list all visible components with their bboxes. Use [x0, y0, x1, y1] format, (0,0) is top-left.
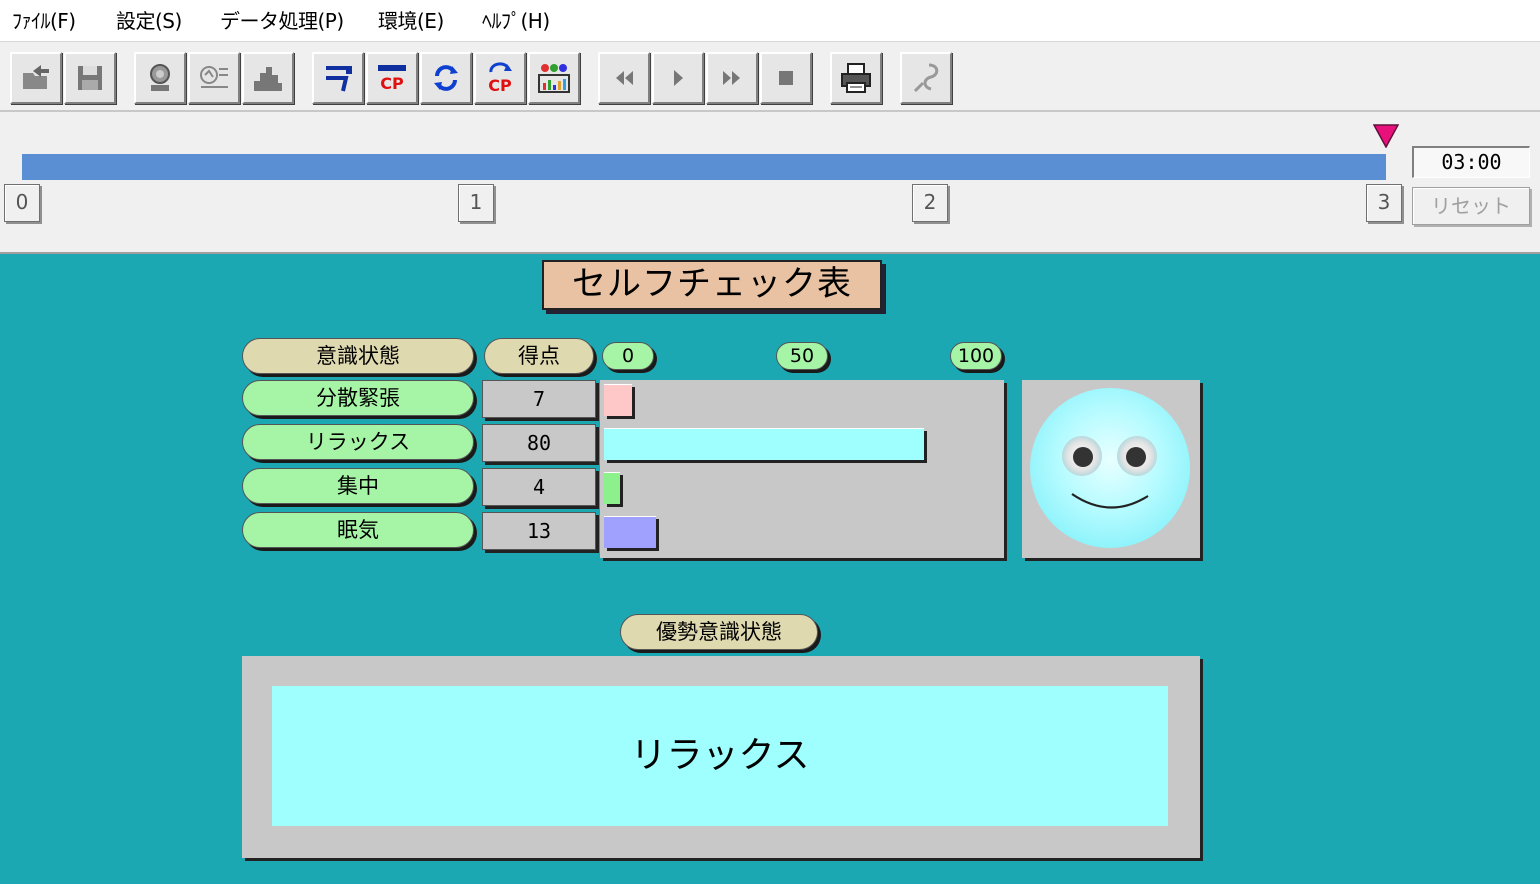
analysis-icon: [538, 64, 570, 93]
menu-bar: ﾌｧｲﾙ(F) 設定(S) データ処理(P) 環境(E) ﾍﾙﾌﾟ(H): [0, 0, 1540, 42]
probe-icon: [913, 63, 939, 93]
state-label-relax: リラックス: [242, 424, 474, 460]
print-button[interactable]: [830, 52, 882, 104]
play-icon: [674, 70, 683, 86]
probe-button[interactable]: [900, 52, 952, 104]
signal-icon: [200, 66, 228, 88]
reset-button[interactable]: リセット: [1412, 187, 1530, 225]
bar-sleepy: [604, 516, 656, 548]
stop-button[interactable]: [760, 52, 812, 104]
save-button[interactable]: [64, 52, 116, 104]
electrode-icon: [150, 64, 170, 91]
progress-fill: [22, 154, 1386, 180]
menu-settings[interactable]: 設定(S): [116, 8, 182, 34]
bar-focus: [604, 472, 620, 504]
display-button[interactable]: [312, 52, 364, 104]
histogram-button[interactable]: [242, 52, 294, 104]
rewind-icon: [616, 71, 633, 85]
tick-0[interactable]: 0: [4, 184, 40, 222]
toolbar: CP CP: [0, 42, 1540, 112]
state-label-distracted: 分散緊張: [242, 380, 474, 416]
rewind-button[interactable]: [598, 52, 650, 104]
self-check-panel: セルフチェック表 意識状態 得点 0 50 100 分散緊張 7 リラックス 8…: [0, 254, 1540, 884]
tick-1[interactable]: 1: [458, 184, 494, 222]
position-marker-icon[interactable]: [1373, 124, 1399, 148]
stop-icon: [779, 71, 793, 85]
page-title: セルフチェック表: [542, 260, 882, 310]
signal-button[interactable]: [188, 52, 240, 104]
state-label-focus: 集中: [242, 468, 474, 504]
dominant-state-box: リラックス: [242, 656, 1200, 858]
open-icon: [23, 65, 49, 89]
score-focus: 4: [482, 468, 596, 506]
refresh-icon: [434, 65, 458, 91]
scale-label-0: 0: [602, 342, 654, 370]
menu-help[interactable]: ﾍﾙﾌﾟ(H): [482, 8, 550, 34]
fast-forward-icon: [723, 71, 740, 85]
play-button[interactable]: [652, 52, 704, 104]
smiley-face-icon: [1030, 388, 1190, 548]
menu-file[interactable]: ﾌｧｲﾙ(F): [12, 8, 76, 34]
cp-button[interactable]: CP: [366, 52, 418, 104]
state-label-sleepy: 眠気: [242, 512, 474, 548]
fast-forward-button[interactable]: [706, 52, 758, 104]
bar-distracted: [604, 384, 632, 416]
tick-3[interactable]: 3: [1366, 184, 1402, 222]
display-icon: [326, 66, 352, 92]
dominant-state-value: リラックス: [272, 686, 1168, 826]
tick-2[interactable]: 2: [912, 184, 948, 222]
mood-face-panel: [1022, 380, 1200, 558]
score-bar-chart: [600, 380, 1004, 558]
time-display: 03:00: [1412, 146, 1530, 178]
scale-label-50: 50: [776, 342, 828, 370]
refresh-button[interactable]: [420, 52, 472, 104]
score-sleepy: 13: [482, 512, 596, 550]
bar-relax: [604, 428, 924, 460]
progress-bar[interactable]: [22, 154, 1386, 180]
cp-icon: CP: [378, 65, 406, 93]
state-header: 意識状態: [242, 338, 474, 374]
svg-text:CP: CP: [488, 76, 512, 95]
cp-refresh-button[interactable]: CP: [474, 52, 526, 104]
analysis-button[interactable]: [528, 52, 580, 104]
open-button[interactable]: [10, 52, 62, 104]
score-relax: 80: [482, 424, 596, 462]
scale-label-100: 100: [950, 342, 1002, 370]
cp-refresh-icon: CP: [488, 62, 512, 95]
electrode-button[interactable]: [134, 52, 186, 104]
svg-text:CP: CP: [380, 74, 404, 93]
score-header: 得点: [484, 338, 594, 374]
histogram-icon: [254, 67, 282, 91]
timeline: 03:00 0 1 2 3 リセット: [0, 112, 1540, 254]
print-icon: [841, 63, 871, 93]
dominant-state-header: 優勢意識状態: [620, 614, 818, 650]
menu-data-processing[interactable]: データ処理(P): [220, 8, 344, 34]
score-distracted: 7: [482, 380, 596, 418]
menu-environment[interactable]: 環境(E): [378, 8, 444, 34]
save-icon: [78, 66, 102, 90]
